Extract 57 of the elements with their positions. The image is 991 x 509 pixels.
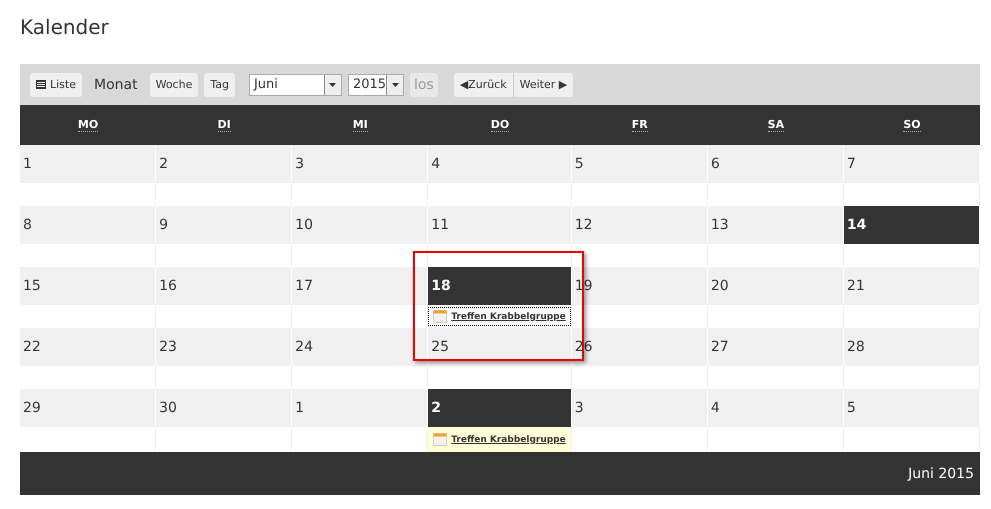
page-title: Kalender (20, 14, 110, 41)
day-cell[interactable]: 9 (156, 206, 292, 244)
day-cell[interactable]: 7 (844, 145, 980, 183)
day-cell[interactable]: 3 (292, 145, 428, 183)
day-cell[interactable]: 1 (292, 389, 428, 427)
day-cell[interactable]: 3 (572, 389, 708, 427)
day-cell[interactable]: 10 (292, 206, 428, 244)
day-cell[interactable]: 5 (844, 389, 980, 427)
day-cell[interactable]: 21 (844, 267, 980, 305)
weekday-label: MO (78, 118, 98, 132)
event-link[interactable]: Treffen Krabbelgruppe (428, 427, 571, 452)
day-cell[interactable]: 24 (292, 328, 428, 366)
view-tab[interactable]: Woche (150, 72, 198, 96)
caret-icon (392, 82, 399, 86)
day-cell[interactable]: 29 (20, 389, 156, 427)
next-button[interactable]: Weiter ▶ (514, 72, 574, 96)
list-button[interactable]: Liste (30, 72, 82, 96)
view-tab[interactable]: Monat (88, 72, 144, 96)
year-select[interactable]: 2015 (348, 74, 404, 96)
caret-icon (329, 82, 336, 86)
month-label: Juni 2015 (908, 466, 974, 482)
view-tab[interactable]: Tag (204, 72, 235, 96)
day-cell[interactable]: 15 (20, 267, 156, 305)
day-cell[interactable]: 2 (156, 145, 292, 183)
weekday-label: DO (490, 118, 510, 132)
calendar-icon (433, 310, 448, 323)
day-cell[interactable]: 14 (844, 206, 980, 244)
month-select[interactable]: Juni (248, 74, 342, 96)
day-cell[interactable]: 13 (708, 206, 844, 244)
event-link[interactable]: Treffen Krabbelgruppe (428, 307, 571, 326)
weekday-label: FR (632, 118, 648, 132)
day-cell[interactable]: 4 (428, 145, 572, 183)
day-cell[interactable]: 5 (572, 145, 708, 183)
list-icon (36, 80, 46, 89)
day-cell[interactable]: 11 (428, 206, 572, 244)
day-cell[interactable]: 4 (708, 389, 844, 427)
day-cell[interactable]: 28 (844, 328, 980, 366)
day-cell[interactable]: 16 (156, 267, 292, 305)
weekday-label: MI (352, 118, 368, 132)
day-cell[interactable]: 17 (292, 267, 428, 305)
day-cell[interactable]: 20 (708, 267, 844, 305)
weekday-label: DI (218, 118, 231, 132)
day-cell[interactable]: 30 (156, 389, 292, 427)
day-cell[interactable]: 25 (428, 328, 572, 366)
day-cell[interactable]: 22 (20, 328, 156, 366)
day-cell[interactable]: 23 (156, 328, 292, 366)
day-cell[interactable]: 27 (708, 328, 844, 366)
day-cell[interactable]: 12 (572, 206, 708, 244)
day-cell[interactable]: 1 (20, 145, 156, 183)
calendar-icon (433, 433, 448, 446)
previous-button[interactable]: ◀Zurück (454, 72, 514, 96)
weekday-label: SO (903, 118, 921, 132)
day-cell[interactable]: 2 (428, 389, 572, 427)
day-cell[interactable]: 8 (20, 206, 156, 244)
weekday-label: SA (768, 118, 784, 132)
day-cell[interactable]: 18 (428, 267, 572, 305)
day-cell[interactable]: 6 (708, 145, 844, 183)
